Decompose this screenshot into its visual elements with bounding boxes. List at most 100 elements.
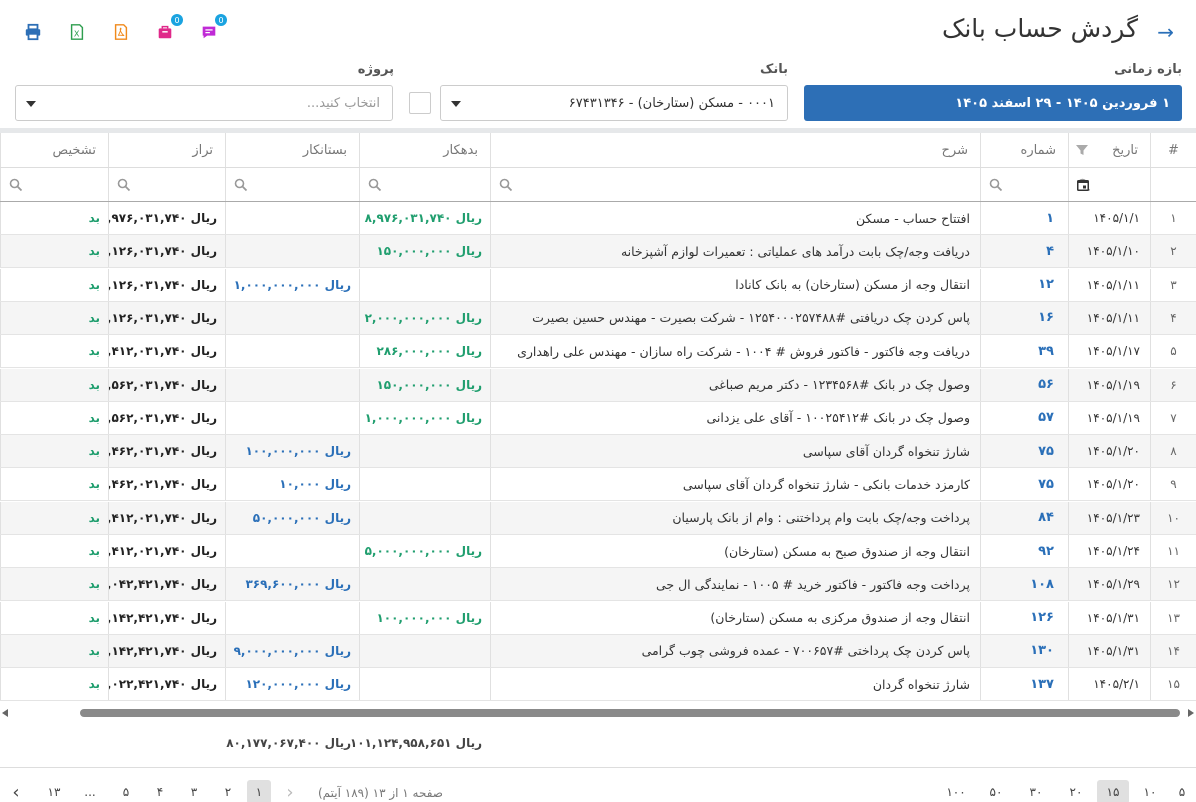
table-row[interactable]: ۱۲ ۱۴۰۵/۱/۲۹ ۱۰۸ پرداخت وجه فاکتور - فاکتور… xyxy=(0,568,1196,602)
col-diagnosis-header[interactable]: تشخیص xyxy=(0,133,108,167)
table-row[interactable]: ۳ ۱۴۰۵/۱/۱۱ ۱۲ انتقال وجه از مسکن (ستارخان)… xyxy=(0,268,1196,302)
page-link[interactable]: ۲ xyxy=(216,780,240,802)
col-credit-header[interactable]: بستانکار xyxy=(225,133,359,167)
table-row[interactable]: ۶ ۱۴۰۵/۱/۱۹ ۵۶ وصول چک در بانک #۱۲۳۴۵۶۸ - د… xyxy=(0,368,1196,402)
chevron-left-icon[interactable]: ‹ xyxy=(4,780,28,802)
filter-cell[interactable] xyxy=(359,168,490,201)
filter-cell[interactable] xyxy=(0,168,108,201)
chat-button[interactable]: 0 xyxy=(195,14,227,46)
row-description: وصول چک در بانک #۱۰۰۲۵۴۱۲ - آقای علی یزد… xyxy=(490,401,980,434)
scrollbar-thumb[interactable] xyxy=(80,709,1180,717)
chevron-right-icon[interactable]: › xyxy=(278,780,302,802)
scroll-left-icon[interactable] xyxy=(2,709,8,717)
filter-icon[interactable] xyxy=(1075,143,1089,157)
row-index: ۲ xyxy=(1150,235,1196,268)
table-row[interactable]: ۱۳ ۱۴۰۵/۱/۳۱ ۱۲۶ انتقال وجه از صندوق مرکزی … xyxy=(0,601,1196,635)
page-link[interactable]: ۵ xyxy=(114,780,138,802)
page-size-option-active[interactable]: ۱۵ xyxy=(1097,780,1129,802)
row-number[interactable]: ۴ xyxy=(980,235,1068,268)
row-number[interactable]: ۱۳۷ xyxy=(980,668,1068,701)
row-number[interactable]: ۱۰۸ xyxy=(980,568,1068,601)
page-link[interactable]: ۱۳ xyxy=(42,780,66,802)
table-row[interactable]: ۱۱ ۱۴۰۵/۱/۲۴ ۹۲ انتقال وجه از صندوق صبح به … xyxy=(0,535,1196,568)
horizontal-scrollbar[interactable] xyxy=(0,708,1196,718)
row-credit xyxy=(225,368,359,401)
row-date: ۱۴۰۵/۱/۱۷ xyxy=(1068,335,1150,368)
page-link[interactable]: ۴ xyxy=(148,780,172,802)
table-row[interactable]: ۱۵ ۱۴۰۵/۲/۱ ۱۳۷ شارژ تنخواه گردان ریال ۱۲۰,۰… xyxy=(0,668,1196,702)
page-size-option[interactable]: ۳۰ xyxy=(1024,780,1048,802)
filter-cell[interactable] xyxy=(490,168,980,201)
filter-cell[interactable] xyxy=(108,168,225,201)
row-description: انتقال وجه از صندوق صبح به مسکن (ستارخان… xyxy=(490,535,980,567)
page-size-option[interactable]: ۵ xyxy=(1170,780,1194,802)
row-diagnosis: بد xyxy=(0,202,108,234)
table-row[interactable]: ۵ ۱۴۰۵/۱/۱۷ ۳۹ دریافت وجه فاکتور - فاکتور ف… xyxy=(0,335,1196,369)
project-checkbox[interactable] xyxy=(409,92,431,114)
table-row[interactable]: ۱۰ ۱۴۰۵/۱/۲۳ ۸۴ پرداخت وجه/چک بابت وام پردا… xyxy=(0,501,1196,535)
row-balance: ریال ۹,۱۲۶,۰۳۱,۷۴۰ xyxy=(108,235,225,268)
row-description: پرداخت وجه/چک بابت وام پرداختنی : وام از… xyxy=(490,501,980,534)
arrow-right-icon[interactable]: → xyxy=(1157,20,1174,44)
page-size-option[interactable]: ۱۰ xyxy=(1138,780,1162,802)
table-row[interactable]: ۸ ۱۴۰۵/۱/۲۰ ۷۵ شارژ تنخواه گردان آقای سپاسی… xyxy=(0,435,1196,469)
table-row[interactable]: ۹ ۱۴۰۵/۱/۲۰ ۷۵ کارمزد خدمات بانکی - شارژ تن… xyxy=(0,468,1196,502)
calendar-icon[interactable] xyxy=(1076,178,1090,192)
page-link-active[interactable]: ۱ xyxy=(247,780,271,802)
row-index: ۱۰ xyxy=(1150,501,1196,534)
total-credit: ریال ۸۰,۱۷۷,۰۶۷,۴۰۰ xyxy=(226,736,351,750)
col-description-header[interactable]: شرح xyxy=(490,133,980,167)
project-select[interactable]: انتخاب کنید... xyxy=(15,85,393,121)
page-size-option[interactable]: ۲۰ xyxy=(1064,780,1088,802)
row-debit xyxy=(359,668,490,701)
pdf-export-button[interactable] xyxy=(107,18,135,46)
row-diagnosis: بد xyxy=(0,401,108,434)
search-icon xyxy=(499,178,513,192)
row-number[interactable]: ۸۴ xyxy=(980,501,1068,534)
cart-button[interactable]: 0 xyxy=(151,14,183,46)
table-row[interactable]: ۱ ۱۴۰۵/۱/۱ ۱ افتتاح حساب - مسکن ریال ۸,۹۷۶,۰… xyxy=(0,202,1196,235)
period-button[interactable]: ۱ فروردین ۱۴۰۵ - ۲۹ اسفند ۱۴۰۵ xyxy=(804,85,1182,121)
row-number[interactable]: ۵۷ xyxy=(980,401,1068,434)
col-date-header[interactable]: تاریخ xyxy=(1068,133,1150,167)
row-number[interactable]: ۷۵ xyxy=(980,468,1068,501)
table-row[interactable]: ۱۴ ۱۴۰۵/۱/۳۱ ۱۳۰ پاس کردن چک پرداختی #۷۰۰۶۵… xyxy=(0,634,1196,668)
row-balance: ریال ۷,۱۴۲,۴۲۱,۷۴۰ xyxy=(108,634,225,667)
filter-cell[interactable] xyxy=(980,168,1068,201)
col-debit-header[interactable]: بدهکار xyxy=(359,133,490,167)
page-link[interactable]: ۳ xyxy=(182,780,206,802)
scroll-right-icon[interactable] xyxy=(1188,709,1194,717)
col-number-header[interactable]: شماره xyxy=(980,133,1068,167)
row-number[interactable]: ۷۵ xyxy=(980,435,1068,468)
row-index: ۴ xyxy=(1150,301,1196,334)
row-date: ۱۴۰۵/۱/۳۱ xyxy=(1068,634,1150,667)
row-balance: ریال ۱۰,۵۶۲,۰۳۱,۷۴۰ xyxy=(108,368,225,401)
table-row[interactable]: ۷ ۱۴۰۵/۱/۱۹ ۵۷ وصول چک در بانک #۱۰۰۲۵۴۱۲ - … xyxy=(0,401,1196,435)
table-row[interactable]: ۲ ۱۴۰۵/۱/۱۰ ۴ دریافت وجه/چک بابت درآمد های … xyxy=(0,235,1196,269)
row-number[interactable]: ۱۲۶ xyxy=(980,601,1068,634)
row-balance: ریال ۱۱,۴۱۲,۰۲۱,۷۴۰ xyxy=(108,501,225,534)
row-credit xyxy=(225,301,359,334)
print-button[interactable] xyxy=(19,18,47,46)
row-debit xyxy=(359,435,490,468)
row-number[interactable]: ۹۲ xyxy=(980,535,1068,567)
table-row[interactable]: ۴ ۱۴۰۵/۱/۱۱ ۱۶ پاس کردن چک دریافتی #۱۲۵۴۰۰۰… xyxy=(0,301,1196,335)
row-index: ۸ xyxy=(1150,435,1196,468)
filter-cell[interactable] xyxy=(225,168,359,201)
row-index: ۵ xyxy=(1150,335,1196,368)
row-number[interactable]: ۱ xyxy=(980,202,1068,234)
row-date: ۱۴۰۵/۱/۲۰ xyxy=(1068,468,1150,501)
page-size-option[interactable]: ۵۰ xyxy=(984,780,1008,802)
row-index: ۱ xyxy=(1150,202,1196,234)
col-balance-header[interactable]: تراز xyxy=(108,133,225,167)
bank-select[interactable]: ۰۰۰۱ - مسکن (ستارخان) - ۶۷۴۳۱۳۴۶ xyxy=(440,85,788,121)
row-number[interactable]: ۵۶ xyxy=(980,368,1068,401)
page-size-option[interactable]: ۱۰۰ xyxy=(944,780,968,802)
row-balance: ریال ۸,۱۲۶,۰۳۱,۷۴۰ xyxy=(108,268,225,301)
filter-cell[interactable] xyxy=(1068,168,1150,201)
row-number[interactable]: ۱۲ xyxy=(980,268,1068,301)
excel-export-button[interactable]: X xyxy=(63,18,91,46)
row-number[interactable]: ۳۹ xyxy=(980,335,1068,368)
row-number[interactable]: ۱۶ xyxy=(980,301,1068,334)
row-number[interactable]: ۱۳۰ xyxy=(980,634,1068,667)
